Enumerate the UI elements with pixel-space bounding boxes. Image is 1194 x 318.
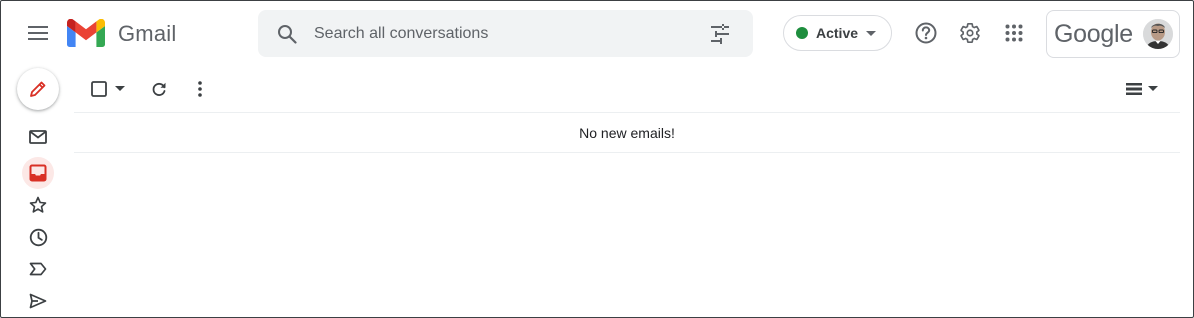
sidebar-item-starred[interactable] [22,189,54,221]
inbox-icon [29,164,47,182]
user-avatar-icon [1143,19,1173,49]
label-important-icon [29,262,47,276]
account-button[interactable]: Google [1046,10,1180,58]
top-bar: Gmail Search all conversations Active Go… [1,1,1193,65]
caret-down-icon [1148,86,1158,91]
help-icon [915,22,937,44]
checkbox-icon [91,81,107,97]
gear-icon [960,23,980,44]
caret-down-icon [115,86,125,91]
status-label: Active [816,25,859,41]
search-button[interactable] [274,21,300,47]
compose-button[interactable] [17,68,59,110]
empty-inbox-message: No new emails! [579,124,675,141]
mail-icon [29,130,47,144]
main-menu-button[interactable] [18,13,58,53]
app-window: Gmail Search all conversations Active Go… [0,0,1194,318]
apps-grid-icon [1005,24,1023,42]
status-dot-icon [796,27,808,39]
sidebar-item-inbox[interactable] [22,157,54,189]
more-options-button[interactable] [184,73,216,105]
send-icon [29,293,47,309]
density-icon [1126,83,1142,95]
avatar [1143,19,1173,49]
hamburger-menu-icon [28,26,48,40]
sidebar-item-sent[interactable] [22,285,54,317]
sidebar-item-mail[interactable] [22,121,54,153]
gmail-logo-icon[interactable] [67,19,105,47]
select-checkbox-button[interactable] [86,73,130,105]
settings-button[interactable] [950,13,990,53]
search-input[interactable] [314,10,694,57]
tune-icon[interactable] [708,22,732,46]
density-toggle-button[interactable] [1118,73,1166,105]
star-icon [29,196,47,213]
search-bar [258,10,753,57]
clock-icon [29,228,47,246]
caret-down-icon [866,30,877,36]
app-name: Gmail [118,21,177,46]
sidebar-item-important[interactable] [22,253,54,285]
sidebar-item-snoozed[interactable] [22,221,54,253]
google-apps-button[interactable] [994,13,1034,53]
more-vert-icon [198,81,202,97]
refresh-button[interactable] [143,73,175,105]
pencil-icon [30,81,46,97]
support-button[interactable] [906,13,946,53]
mail-toolbar [74,65,1180,113]
google-wordmark: Google [1054,19,1133,48]
search-icon [278,25,297,44]
refresh-icon [152,82,166,96]
status-selector[interactable]: Active [783,15,892,51]
list-divider [74,152,1180,153]
